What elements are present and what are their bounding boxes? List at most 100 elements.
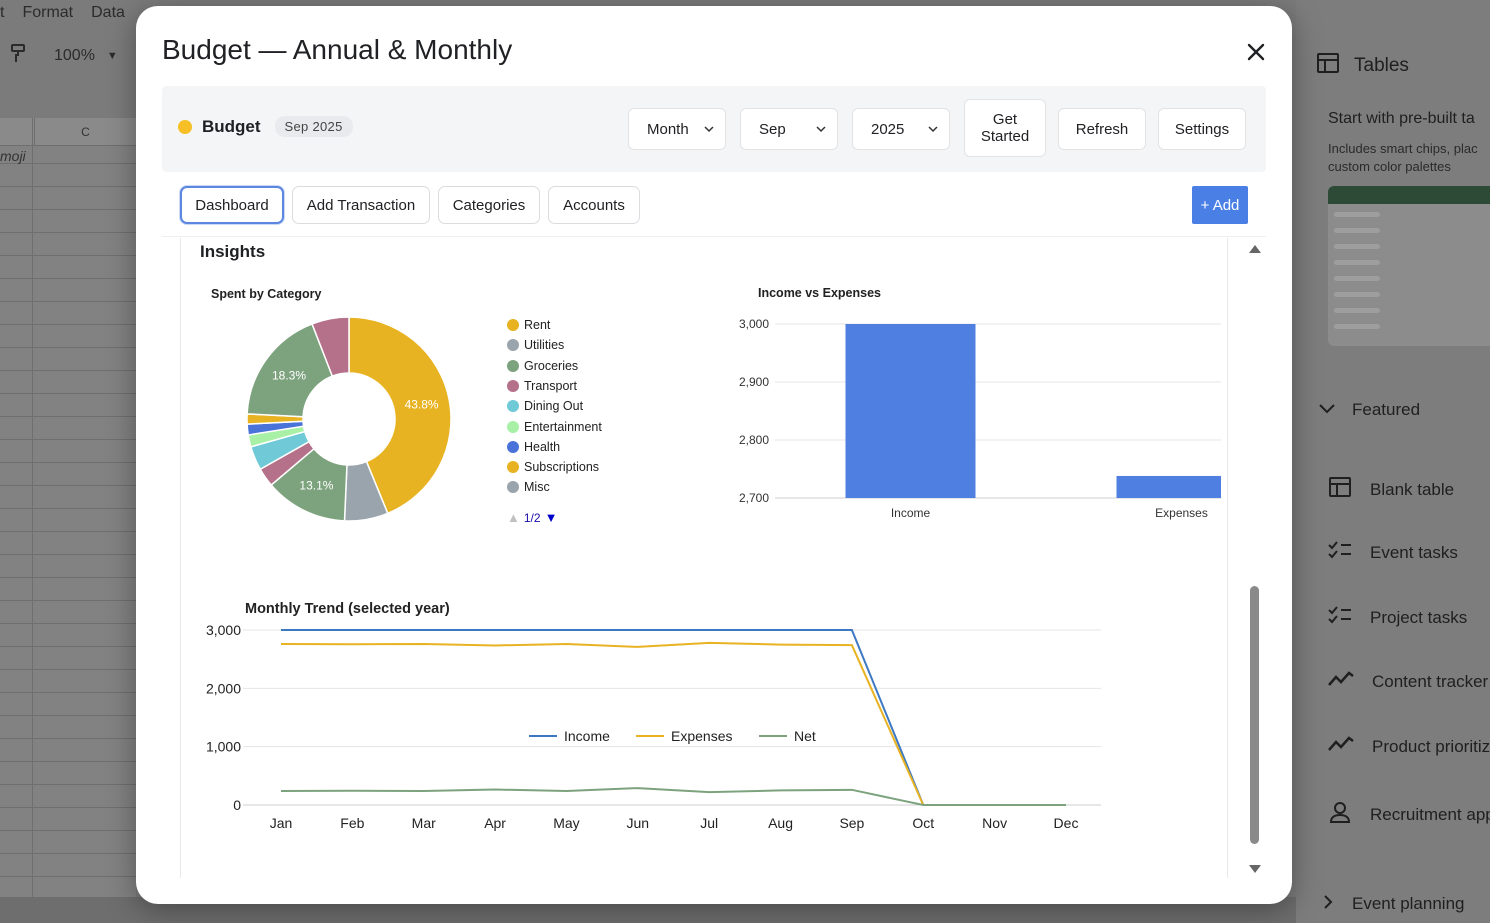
toolbar: 100% ▼ [0,36,136,76]
legend-item-health[interactable]: Health [507,440,560,454]
tab-add-transaction[interactable]: Add Transaction [292,186,430,224]
settings-button[interactable]: Settings [1158,108,1246,150]
triangle-down-icon[interactable]: ▼ [545,510,558,525]
side-panel-header: Tables [1316,52,1409,80]
legend-item-rent[interactable]: Rent [507,318,550,332]
legend-swatch [507,420,519,433]
scroll-down-arrow-icon[interactable] [1248,862,1262,874]
x-tick-label: Jul [700,815,718,831]
dashboard-panel[interactable]: Insights Spent by Category 43.8% 13.1% 18.… [180,238,1228,878]
template-content-tracker[interactable]: Content tracker [1328,671,1488,692]
income-vs-expenses-chart: Income vs Expenses 2,700 2,800 2,900 3,000 I… [739,286,1222,520]
pie-data-label: 43.8% [405,398,439,412]
template-product-prioritization[interactable]: Product prioritiz [1328,736,1490,757]
get-started-button[interactable]: Get Started [964,99,1046,157]
triangle-up-icon[interactable]: ▲ [507,510,520,525]
legend-item-dining-out[interactable]: Dining Out [507,399,583,413]
template-label: Product prioritiz [1372,736,1490,756]
event-planning-section[interactable]: Event planning [1322,894,1464,914]
year-select[interactable]: 2025 [852,108,950,150]
scroll-up-arrow-icon[interactable] [1248,242,1262,254]
legend-label: Transport [524,378,578,393]
y-tick-label: 3,000 [739,317,769,331]
legend-item-misc[interactable]: Misc [507,480,550,494]
legend-swatch [507,461,519,474]
tab-accounts[interactable]: Accounts [548,186,640,224]
x-tick-label: Oct [912,815,934,831]
spreadsheet-grid[interactable]: C moji [0,118,136,898]
legend-label: Rent [524,318,551,332]
pie-data-label: 13.1% [299,478,333,492]
series-line-income[interactable] [281,629,1066,806]
preview-line [1334,308,1380,313]
template-recruitment[interactable]: Recruitment app [1328,801,1490,828]
chevron-right-icon [1322,894,1334,914]
side-panel-title: Tables [1354,55,1409,76]
y-tick-label: 2,800 [739,433,769,447]
cell-text[interactable]: moji [0,148,26,164]
add-button[interactable]: + Add [1192,186,1248,224]
month-select[interactable]: Sep [740,108,838,150]
template-blank-table[interactable]: Blank table [1328,476,1454,503]
pager-label: 1/2 [523,510,541,525]
description-line: custom color palettes [1328,159,1451,174]
bar-expenses[interactable] [1116,475,1222,498]
x-tick-label: Aug [768,815,793,831]
person-icon [1328,801,1352,828]
zoom-select[interactable]: 100% [54,47,95,65]
template-project-tasks[interactable]: Project tasks [1328,606,1467,629]
template-preview[interactable] [1328,186,1490,346]
chart-title: Income vs Expenses [758,286,881,300]
template-label: Content tracker [1372,671,1489,691]
column-headers: C [0,118,136,146]
legend-label: Groceries [524,358,579,373]
close-button[interactable] [1242,38,1270,66]
series-line-expenses[interactable] [280,641,1066,806]
y-tick-label: 0 [233,797,241,813]
featured-section-toggle[interactable]: Featured [1318,400,1420,420]
bar-income[interactable] [845,324,976,498]
template-label: Blank table [1370,479,1455,499]
monthly-trend-chart: Monthly Trend (selected year) 0 1,000 2,00… [206,601,1101,831]
checklist-icon [1328,606,1352,629]
paint-format-icon[interactable] [10,43,28,69]
chevron-down-icon [1318,400,1336,420]
checklist-icon [1328,541,1352,564]
chevron-down-icon [704,126,714,133]
legend-swatch [507,319,519,331]
chart-title: Monthly Trend (selected year) [245,601,450,617]
legend-item-utilities[interactable]: Utilities [507,338,564,352]
legend-label-net[interactable]: Net [794,728,816,744]
legend-item-transport[interactable]: Transport [507,379,577,393]
template-event-tasks[interactable]: Event tasks [1328,541,1458,564]
divider [162,236,1266,237]
legend-swatch [507,481,519,494]
legend-item-subscriptions[interactable]: Subscriptions [507,460,599,474]
series-line-net[interactable] [280,787,1066,806]
column-header-c[interactable]: C [34,118,136,146]
menu-item[interactable]: t [0,4,4,28]
tab-categories[interactable]: Categories [438,186,540,224]
legend-item-groceries[interactable]: Groceries [507,359,578,373]
period-select[interactable]: Month [628,108,726,150]
x-tick-label: Expenses [1155,506,1208,520]
legend-item-entertainment[interactable]: Entertainment [507,420,602,434]
preview-line [1334,292,1380,297]
trend-icon [1328,736,1354,757]
legend-label-expenses[interactable]: Expenses [671,728,732,744]
x-tick-label: Income [891,506,931,520]
year-select-value: 2025 [871,120,905,138]
legend-label-income[interactable]: Income [564,728,610,744]
tables-side-panel: Tables Start with pre-built ta Includes … [1296,0,1490,923]
scrollbar-thumb[interactable] [1250,586,1259,844]
tab-dashboard[interactable]: Dashboard [180,186,284,224]
preview-header [1328,186,1490,204]
legend-pager: ▲ 1/2 ▼ [507,510,557,525]
brand-name: Budget [202,116,261,136]
menu-item-format[interactable]: Format [22,4,73,28]
chevron-down-icon [816,126,826,133]
description-line: Includes smart chips, plac [1328,141,1478,156]
menu-item-data[interactable]: Data [91,4,125,28]
budget-dialog: Budget — Annual & Monthly Budget Sep 202… [136,6,1292,904]
refresh-button[interactable]: Refresh [1058,108,1146,150]
